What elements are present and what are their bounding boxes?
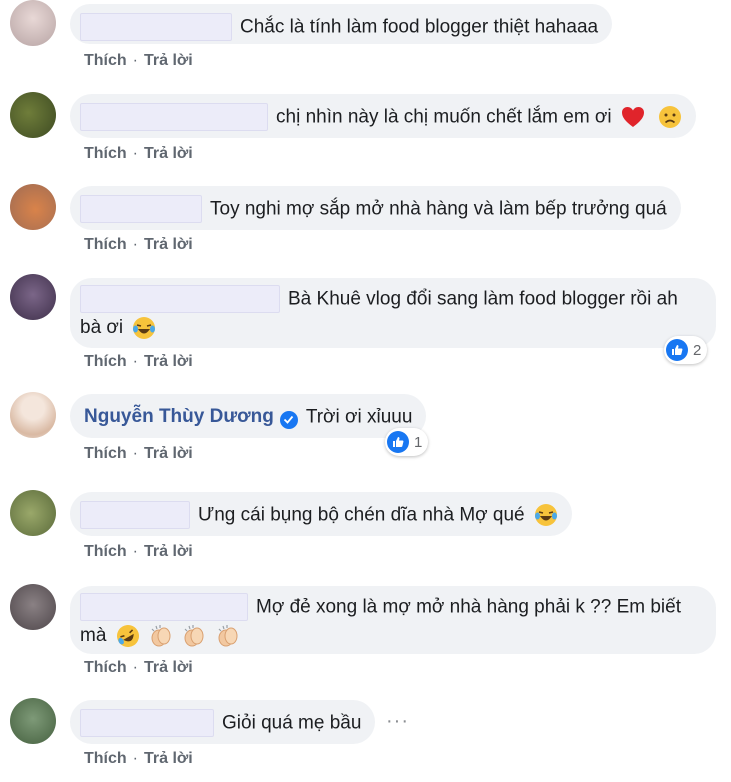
like-link[interactable]: Thích — [84, 236, 127, 253]
reaction-count-value: 1 — [414, 433, 423, 451]
like-link[interactable]: Thích — [84, 353, 127, 370]
author-name[interactable]: Nguyễn Thùy Dương — [84, 406, 274, 427]
more-options-button[interactable]: ··· — [386, 710, 409, 733]
comment-text: Trời ơi xỉuuu — [305, 406, 413, 428]
comment-actions: Thích · Trả lời — [84, 353, 193, 371]
clapping-hands-icon — [151, 624, 171, 647]
comment-text: Giỏi quá mẹ bầu — [222, 712, 362, 734]
comment-actions: Thích · Trả lời — [84, 543, 193, 561]
reply-link[interactable]: Trả lời — [144, 52, 193, 69]
avatar[interactable] — [10, 584, 56, 630]
tears-of-joy-icon — [133, 316, 156, 339]
avatar[interactable] — [10, 490, 56, 536]
reply-link[interactable]: Trả lời — [144, 543, 193, 560]
reaction-count[interactable]: 2 — [664, 336, 708, 364]
reply-link[interactable]: Trả lời — [144, 236, 193, 253]
tears-of-joy-icon — [534, 504, 557, 526]
separator: · — [132, 145, 138, 162]
comment-actions: Thích · Trả lời — [84, 659, 193, 677]
reaction-count-value: 2 — [693, 341, 702, 359]
comment-text-line2: bà ơi — [80, 317, 124, 338]
comment-text: Chắc là tính làm food blogger thiệt haha… — [240, 16, 599, 38]
avatar[interactable] — [10, 274, 56, 320]
avatar[interactable] — [10, 698, 56, 744]
comment-text-line1: Mợ đẻ xong là mợ mở nhà hàng phải k ?? E… — [256, 596, 681, 618]
comment-text: Toy nghi mợ sắp mở nhà hàng và làm bếp t… — [210, 198, 667, 220]
like-link[interactable]: Thích — [84, 659, 127, 676]
redacted-name — [80, 285, 280, 313]
reply-link[interactable]: Trả lời — [144, 145, 193, 162]
comment-actions: Thích · Trả lời — [84, 145, 193, 163]
separator: · — [132, 52, 138, 69]
comment-bubble: Giỏi quá mẹ bầu — [70, 700, 376, 744]
comment-bubble: Ưng cái bụng bộ chén dĩa nhà Mợ qué — [70, 492, 572, 536]
reply-link[interactable]: Trả lời — [144, 750, 193, 767]
comment-bubble: chị nhìn này là chị muốn chết lắm em ơi — [70, 94, 697, 138]
separator: · — [132, 236, 138, 253]
rolling-laughing-icon — [116, 624, 139, 647]
red-heart-icon — [621, 107, 644, 127]
comment-text: chị nhìn này là chị muốn chết lắm em ơi — [276, 106, 612, 128]
comment-bubble: Nguyễn Thùy Dương Trời ơi xỉuuu — [70, 394, 427, 438]
comment-bubble: Chắc là tính làm food blogger thiệt haha… — [70, 4, 613, 44]
redacted-name — [80, 13, 232, 41]
avatar[interactable] — [10, 0, 56, 46]
redacted-name — [80, 501, 190, 529]
comment-actions: Thích · Trả lời — [84, 445, 193, 463]
sad-face-icon — [659, 106, 682, 128]
separator: · — [132, 543, 138, 560]
comment-actions: Thích · Trả lời — [84, 52, 193, 70]
comment-actions: Thích · Trả lời — [84, 236, 193, 254]
reply-link[interactable]: Trả lời — [144, 659, 193, 676]
comment-actions: Thích · Trả lời — [84, 750, 193, 768]
like-link[interactable]: Thích — [84, 543, 127, 560]
clapping-hands-icon — [218, 624, 238, 647]
comment-bubble: Toy nghi mợ sắp mở nhà hàng và làm bếp t… — [70, 186, 681, 230]
comment-text: Ưng cái bụng bộ chén dĩa nhà Mợ qué — [198, 504, 525, 526]
like-link[interactable]: Thích — [84, 445, 127, 462]
like-link[interactable]: Thích — [84, 145, 127, 162]
redacted-name — [80, 593, 248, 621]
verified-badge-icon — [279, 410, 298, 429]
redacted-name — [80, 103, 268, 131]
comment-text-line2: mà — [80, 625, 107, 646]
comment-bubble: Mợ đẻ xong là mợ mở nhà hàng phải k ?? E… — [70, 586, 716, 654]
separator: · — [132, 353, 138, 370]
redacted-name — [80, 195, 202, 223]
redacted-name — [80, 709, 214, 737]
separator: · — [132, 445, 138, 462]
comment-bubble: Bà Khuê vlog đổi sang làm food blogger r… — [70, 278, 716, 348]
reply-link[interactable]: Trả lời — [144, 445, 193, 462]
clapping-hands-icon — [184, 624, 204, 647]
separator: · — [132, 750, 138, 767]
like-link[interactable]: Thích — [84, 52, 127, 69]
avatar[interactable] — [10, 392, 56, 438]
reply-link[interactable]: Trả lời — [144, 353, 193, 370]
like-reaction-icon — [387, 431, 409, 453]
avatar[interactable] — [10, 92, 56, 138]
like-link[interactable]: Thích — [84, 750, 127, 767]
avatar[interactable] — [10, 184, 56, 230]
reaction-count[interactable]: 1 — [385, 428, 429, 456]
like-reaction-icon — [666, 339, 688, 361]
comment-text-line1: Bà Khuê vlog đổi sang làm food blogger r… — [288, 288, 678, 310]
separator: · — [132, 659, 138, 676]
